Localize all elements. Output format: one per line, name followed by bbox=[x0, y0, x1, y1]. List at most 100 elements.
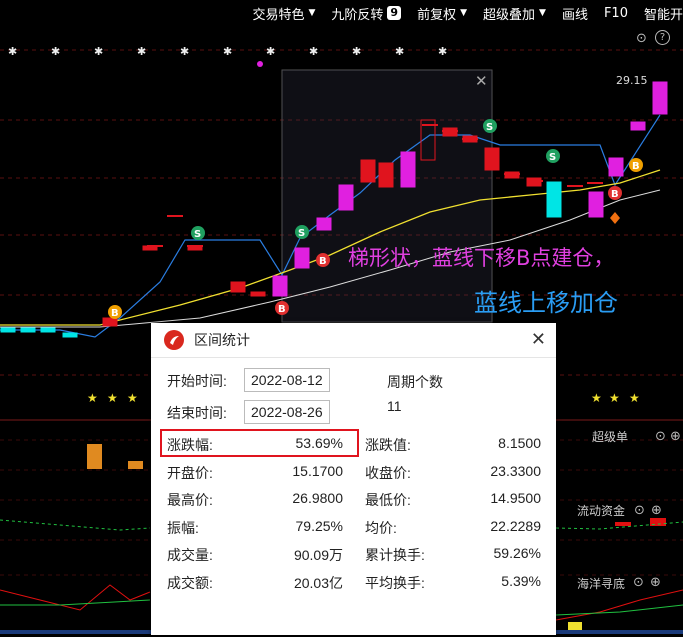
dialog-title: 区间统计 bbox=[194, 332, 250, 348]
app-logo-icon bbox=[164, 330, 184, 350]
settings-icon[interactable]: ⊙ bbox=[655, 429, 666, 444]
candle bbox=[484, 147, 500, 171]
candle bbox=[546, 181, 562, 218]
star-marker: ✱ bbox=[309, 45, 318, 58]
stat-value: 20.03亿 bbox=[293, 575, 343, 591]
toolbar-nine-reversal[interactable]: 九阶反转 9 bbox=[323, 4, 409, 23]
star-marker: ★ bbox=[107, 391, 118, 405]
selection-close-icon: ✕ bbox=[475, 72, 488, 90]
price-label: 29.15 bbox=[616, 74, 648, 87]
star-marker: ✱ bbox=[180, 45, 189, 58]
candle bbox=[40, 327, 56, 333]
toolbar-trade-feature[interactable]: 交易特色 ▼ bbox=[244, 4, 323, 23]
period-count-label: 周期个数 bbox=[387, 374, 443, 390]
stat-value: 22.2289 bbox=[490, 518, 541, 534]
stat-value: 26.9800 bbox=[292, 490, 343, 506]
star-marker: ★ bbox=[591, 391, 602, 405]
chevron-down-icon: ▼ bbox=[539, 8, 546, 18]
toolbar-label: 超级叠加 bbox=[483, 7, 536, 23]
flow-label: 流动资金 bbox=[577, 504, 626, 518]
star-marker: ✱ bbox=[395, 45, 404, 58]
stat-label: 最高价: bbox=[167, 492, 213, 508]
buy-signal-icon: B bbox=[632, 161, 640, 172]
settings-icon[interactable]: ⊙ bbox=[634, 503, 645, 518]
buy-signal-icon: B bbox=[278, 304, 286, 315]
toolbar: 交易特色 ▼ 九阶反转 9 前复权 ▼ 超级叠加 ▼ 画线 F10 智能开 bbox=[0, 0, 683, 26]
stat-label: 平均换手: bbox=[365, 575, 425, 591]
sell-signal-icon: S bbox=[486, 122, 493, 133]
interval-stats-dialog: 区间统计 ✕ 开始时间: 2022-08-12 结束时间: 2022-08-26… bbox=[151, 323, 556, 635]
candle bbox=[230, 281, 246, 293]
stat-value: 8.1500 bbox=[498, 435, 541, 451]
chevron-down-icon: ▼ bbox=[308, 8, 316, 18]
star-marker: ✱ bbox=[51, 45, 60, 58]
star-marker: ✱ bbox=[223, 45, 232, 58]
candle bbox=[360, 159, 376, 183]
close-icon[interactable]: ✕ bbox=[531, 329, 546, 350]
stat-value: 90.09万 bbox=[293, 547, 343, 563]
ocean-line bbox=[0, 584, 151, 611]
stat-label: 成交量: bbox=[167, 547, 213, 563]
candle bbox=[630, 121, 646, 131]
candle bbox=[102, 317, 118, 327]
stat-label: 均价: bbox=[365, 520, 397, 536]
candle bbox=[20, 327, 36, 333]
toolbar-label: 画线 bbox=[561, 7, 588, 23]
toolbar-label: F10 bbox=[603, 5, 628, 21]
candle bbox=[0, 327, 16, 333]
stat-label: 最低价: bbox=[365, 492, 411, 508]
help-icon[interactable]: ⊕ bbox=[651, 503, 662, 518]
ocean-label: 海洋寻底 bbox=[577, 577, 626, 591]
stat-value: 5.39% bbox=[501, 573, 541, 589]
stat-label: 收盘价: bbox=[365, 465, 411, 481]
pink-dot bbox=[257, 61, 263, 67]
star-marker: ✱ bbox=[352, 45, 361, 58]
candle bbox=[652, 81, 668, 115]
candle bbox=[272, 275, 288, 297]
flow-bar bbox=[615, 522, 631, 526]
dialog-header: 区间统计 ✕ bbox=[151, 323, 556, 358]
buy-signal-icon: B bbox=[111, 308, 119, 319]
toolbar-f10[interactable]: F10 bbox=[596, 6, 636, 21]
stat-label: 涨跌值: bbox=[365, 437, 411, 453]
super-order-label: 超级单 bbox=[592, 430, 629, 444]
volume-bar bbox=[87, 444, 102, 469]
nine-badge: 9 bbox=[387, 6, 402, 20]
ocean-line bbox=[0, 599, 151, 606]
start-time-field[interactable]: 2022-08-12 bbox=[244, 368, 330, 392]
help-icon[interactable]: ⊕ bbox=[670, 429, 681, 444]
toolbar-label: 九阶反转 bbox=[331, 7, 384, 23]
stat-value: 53.69% bbox=[295, 435, 343, 451]
candle bbox=[294, 247, 310, 269]
toolbar-adjust[interactable]: 前复权 ▼ bbox=[409, 4, 475, 23]
end-time-label: 结束时间: bbox=[167, 405, 227, 421]
stat-value: 79.25% bbox=[295, 518, 343, 534]
stat-value: 15.1700 bbox=[292, 463, 343, 479]
annotation-text: 梯形状，蓝线下移B点建仓， bbox=[348, 246, 615, 270]
help-icon[interactable]: ⊕ bbox=[650, 575, 661, 590]
help-icon[interactable]: ? bbox=[655, 30, 670, 45]
toolbar-label: 交易特色 bbox=[252, 7, 305, 23]
stat-value: 23.3300 bbox=[490, 463, 541, 479]
toolbar-smart[interactable]: 智能开 bbox=[636, 4, 683, 23]
candle bbox=[250, 291, 266, 297]
start-time-label: 开始时间: bbox=[167, 373, 227, 389]
stat-label: 振幅: bbox=[167, 520, 199, 536]
candle bbox=[588, 191, 604, 218]
selection-fill bbox=[282, 70, 492, 322]
stat-value: 14.9500 bbox=[490, 490, 541, 506]
star-marker: ✱ bbox=[266, 45, 275, 58]
toolbar-draw[interactable]: 画线 bbox=[554, 4, 596, 23]
candle bbox=[316, 217, 332, 231]
toolbar-label: 前复权 bbox=[417, 7, 457, 23]
settings-icon[interactable]: ⊙ bbox=[633, 575, 644, 590]
toolbar-overlay[interactable]: 超级叠加 ▼ bbox=[475, 4, 554, 23]
star-marker: ★ bbox=[609, 391, 620, 405]
end-time-field[interactable]: 2022-08-26 bbox=[244, 400, 330, 424]
candle bbox=[338, 184, 354, 211]
diamond-marker bbox=[610, 212, 620, 224]
settings-icon[interactable]: ⊙ bbox=[636, 31, 647, 46]
buy-signal-icon: B bbox=[319, 256, 327, 267]
star-marker: ✱ bbox=[8, 45, 17, 58]
star-marker: ✱ bbox=[137, 45, 146, 58]
